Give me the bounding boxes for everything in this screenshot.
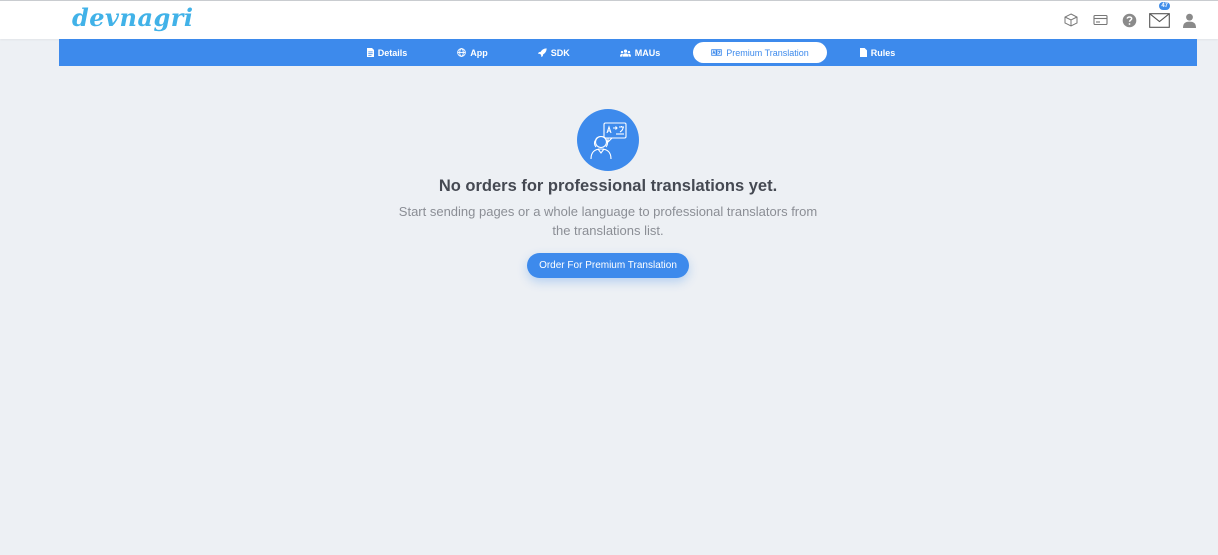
top-header: devnagri 47 [0,0,1218,39]
mail-badge: 47 [1159,2,1170,10]
globe-icon [457,48,467,57]
file-icon [859,48,867,57]
tab-app[interactable]: App [444,42,501,63]
empty-state-subtitle: Start sending pages or a whole language … [398,204,818,238]
header-actions: 47 [1053,2,1200,31]
rocket-icon [537,48,547,57]
mail-icon[interactable]: 47 [1147,2,1171,31]
tab-label: SDK [550,47,570,58]
devnagri-logo[interactable]: devnagri [72,3,194,32]
tab-label: Details [377,47,408,58]
empty-state-title: No orders for professional translations … [438,177,778,195]
document-icon [366,48,374,57]
project-tabs: Details App SDK MAUs Premium Translation… [59,39,1197,66]
translate-icon [711,49,722,56]
card-icon[interactable] [1089,9,1111,31]
tab-label: Rules [870,47,896,58]
tab-details[interactable]: Details [354,42,421,63]
tab-label: MAUs [634,47,661,58]
tab-premium-translation[interactable]: Premium Translation [693,42,827,63]
tab-sdk[interactable]: SDK [525,42,583,63]
empty-state: No orders for professional translations … [0,109,1218,278]
tab-rules[interactable]: Rules [847,42,909,63]
tab-maus[interactable]: MAUs [607,42,674,63]
tab-label: Premium Translation [726,47,809,58]
translator-icon [577,109,639,171]
user-icon[interactable] [1178,9,1200,31]
tab-label: App [470,47,488,58]
cube-icon[interactable] [1060,9,1082,31]
users-icon [619,49,631,57]
project-nav-bar: Details App SDK MAUs Premium Translation… [59,39,1197,66]
order-premium-translation-button[interactable]: Order For Premium Translation [527,253,689,278]
help-icon[interactable] [1118,9,1140,31]
